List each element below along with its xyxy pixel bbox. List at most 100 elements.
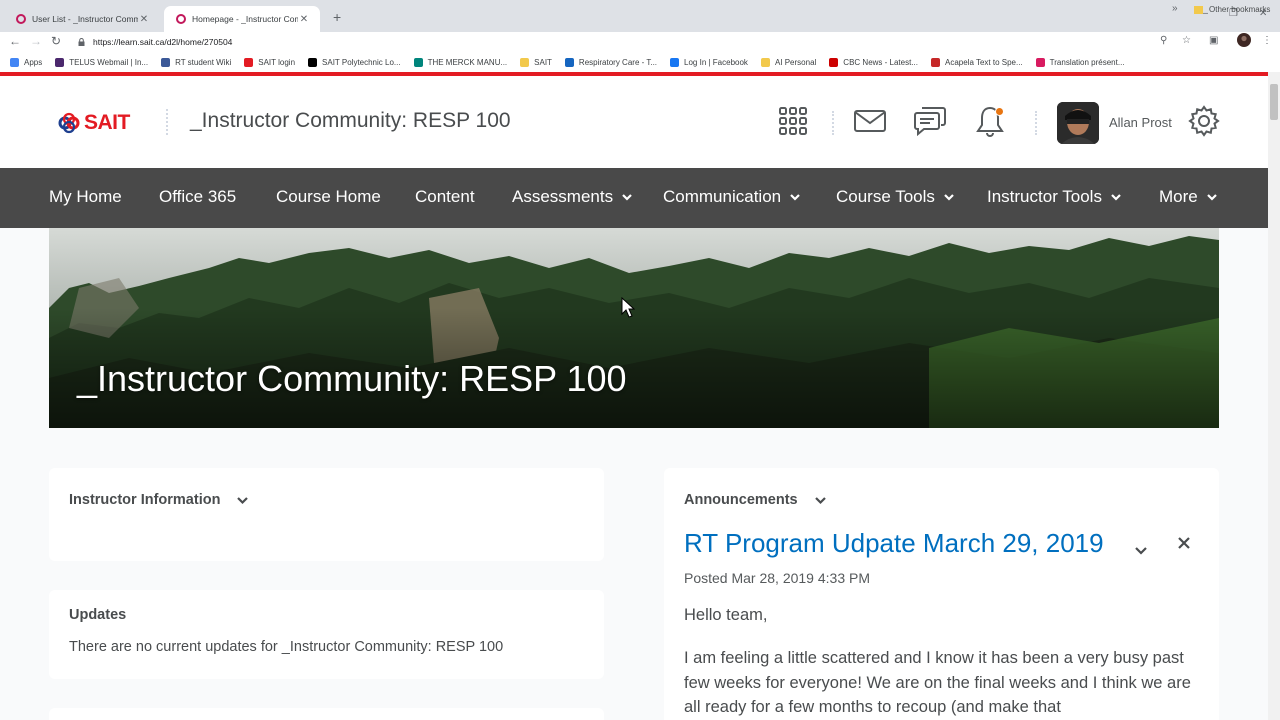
nav-item-assessments[interactable]: Assessments (512, 187, 633, 207)
bookmark-label: Respiratory Care - T... (578, 57, 658, 67)
course-title[interactable]: _Instructor Community: RESP 100 (190, 109, 511, 133)
nav-item-more[interactable]: More (1159, 187, 1218, 207)
close-icon[interactable] (1177, 536, 1191, 550)
nav-item-label: Content (415, 187, 475, 206)
more-bookmarks-icon[interactable]: » (1172, 3, 1178, 14)
profile-avatar-icon[interactable] (1237, 33, 1251, 50)
bookmark-label: Log In | Facebook (684, 57, 748, 67)
nav-item-label: Course Home (276, 187, 381, 206)
sait-logo-mark-icon (58, 112, 80, 134)
gear-icon[interactable] (1187, 104, 1221, 138)
reload-icon[interactable]: ↻ (51, 34, 61, 48)
chevron-down-icon[interactable] (814, 494, 827, 507)
banner-title: _Instructor Community: RESP 100 (77, 358, 627, 399)
browser-tab-title: Homepage - _Instructor Community (192, 14, 298, 24)
browser-tab-strip: User List - _Instructor Community ✕ Home… (0, 0, 1280, 32)
close-tab-icon[interactable]: ✕ (298, 14, 310, 25)
chevron-down-icon (1111, 194, 1121, 201)
nav-item-label: Office 365 (159, 187, 237, 206)
browser-menu-icon[interactable]: ⋮ (1262, 35, 1272, 46)
bookmarks-bar: Apps TELUS Webmail | In... RT student Wiki… (0, 52, 1280, 72)
chevron-down-icon (622, 194, 632, 201)
mouse-cursor-icon (621, 297, 635, 318)
bookmark-favicon-icon (670, 57, 680, 67)
bookmark-item[interactable]: Log In | Facebook (670, 57, 748, 67)
browser-tab-homepage[interactable]: Homepage - _Instructor Community ✕ (164, 6, 320, 32)
bookmark-item[interactable]: SAIT Polytechnic Lo... (308, 57, 401, 67)
bookmark-label: CBC News - Latest... (843, 57, 918, 67)
address-bar[interactable]: https://learn.sait.ca/d2l/home/270504 (70, 33, 1200, 51)
course-banner: _Instructor Community: RESP 100 (49, 228, 1219, 428)
chat-icon[interactable] (913, 104, 947, 138)
zoom-icon[interactable]: ⚲ (1160, 35, 1167, 46)
bookmark-item[interactable]: SAIT login (244, 57, 296, 67)
announcement-headline-link[interactable]: RT Program Udpate March 29, 2019 (684, 528, 1104, 559)
extension-icon[interactable]: ▣ (1209, 35, 1218, 46)
instructor-info-widget: Instructor Information (49, 468, 604, 561)
bookmark-favicon-icon (161, 57, 171, 67)
apps-icon (10, 57, 19, 67)
bookmark-favicon-icon (55, 57, 65, 67)
bookmark-item[interactable]: SAIT (520, 57, 552, 67)
star-bookmark-icon[interactable]: ☆ (1182, 35, 1191, 46)
nav-item-instructor-tools[interactable]: Instructor Tools (987, 187, 1122, 207)
bookmark-label: AI Personal (774, 57, 817, 67)
widget-title: Updates (69, 607, 127, 623)
instructor-info-header[interactable]: Instructor Information (69, 492, 249, 508)
browser-tab-title: User List - _Instructor Community (32, 14, 138, 24)
mail-icon[interactable] (853, 104, 887, 138)
bookmark-item[interactable]: Translation présent... (1035, 57, 1125, 67)
bell-icon[interactable] (973, 104, 1007, 138)
nav-item-my-home[interactable]: My Home (49, 187, 122, 207)
nav-item-label: Assessments (512, 187, 614, 206)
new-tab-button[interactable]: + (333, 9, 341, 25)
close-tab-icon[interactable]: ✕ (138, 14, 150, 25)
bookmark-item[interactable]: RT student Wiki (161, 57, 231, 67)
other-bookmarks-folder[interactable]: Other bookmarks (1194, 5, 1270, 14)
bookmark-item[interactable]: Apps (10, 57, 43, 67)
bookmark-favicon-icon (829, 57, 839, 67)
bookmark-favicon-icon (244, 57, 254, 67)
nav-item-office-365[interactable]: Office 365 (159, 187, 236, 207)
bookmark-item[interactable]: CBC News - Latest... (829, 57, 918, 67)
bookmark-label: SAIT Polytechnic Lo... (322, 57, 401, 67)
bookmark-label: SAIT (534, 57, 552, 67)
lock-icon (78, 38, 85, 46)
bookmark-favicon-icon (308, 57, 318, 67)
widget-title: Instructor Information (69, 492, 221, 508)
user-name[interactable]: Allan Prost (1109, 115, 1172, 130)
header-divider (832, 111, 834, 135)
bookmark-item[interactable]: TELUS Webmail | In... (55, 57, 148, 67)
scrollbar-thumb[interactable] (1270, 84, 1278, 120)
announcements-header[interactable]: Announcements (684, 492, 827, 508)
nav-item-course-tools[interactable]: Course Tools (836, 187, 955, 207)
nav-item-label: My Home (49, 187, 122, 206)
nav-item-course-home[interactable]: Course Home (276, 187, 381, 207)
page-header: SAIT _Instructor Community: RESP 100 All… (0, 76, 1268, 168)
nav-item-label: Communication (663, 187, 782, 206)
nav-item-content[interactable]: Content (415, 187, 475, 207)
bookmark-item[interactable]: AI Personal (760, 57, 817, 67)
apps-grid-icon[interactable] (776, 104, 810, 138)
page-scrollbar[interactable] (1268, 72, 1280, 720)
back-arrow-icon[interactable]: ← (9, 34, 21, 48)
bookmark-item[interactable]: THE MERCK MANU... (413, 57, 508, 67)
logo-text: SAIT (84, 111, 130, 134)
forward-arrow-icon[interactable]: → (30, 34, 42, 48)
nav-item-communication[interactable]: Communication (663, 187, 801, 207)
announcement-greeting: Hello team, (684, 606, 768, 624)
bookmark-label: Apps (24, 57, 43, 67)
chevron-down-icon[interactable] (236, 494, 249, 507)
d2l-favicon-icon (176, 14, 186, 24)
bookmark-item[interactable]: Respiratory Care - T... (564, 57, 658, 67)
sait-logo[interactable]: SAIT (58, 111, 130, 135)
chevron-down-icon[interactable] (1134, 544, 1148, 558)
avatar[interactable] (1057, 102, 1099, 144)
bookmark-item[interactable]: Acapela Text to Spe... (930, 57, 1023, 67)
browser-tab-user-list[interactable]: User List - _Instructor Community ✕ (4, 6, 160, 32)
bookmark-label: SAIT login (258, 57, 296, 67)
other-bookmarks-label: Other bookmarks (1209, 5, 1271, 14)
bookmark-label: THE MERCK MANU... (427, 57, 508, 67)
chevron-down-icon (1206, 194, 1217, 201)
bookmark-favicon-icon (413, 57, 423, 67)
